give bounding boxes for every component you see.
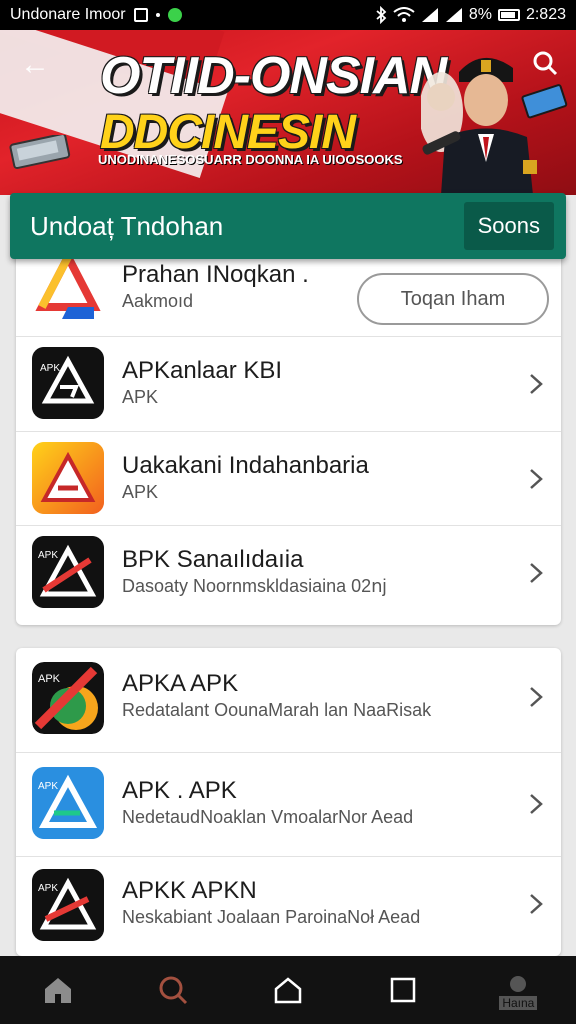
app-desc: Neskabiant Joalaan ParoinaNoł Aead	[122, 907, 421, 927]
app-list-card: Prahan INoqkan . Aakmoıd Toqan Iham APK …	[16, 245, 561, 625]
wifi-icon	[393, 7, 415, 22]
svg-text:APK: APK	[38, 550, 58, 561]
battery-percent: 8%	[468, 6, 492, 23]
app-desc: NedetaudNoaklan VmoalarNor Aead	[122, 807, 414, 827]
install-button[interactable]: Toqan Iham	[357, 273, 549, 325]
triangle-app-icon	[32, 249, 104, 321]
blue-triangle-app-icon: APK	[32, 767, 104, 839]
nav-profile-label: Haına	[499, 996, 538, 1010]
app-notification-icon	[167, 8, 182, 22]
app-list-card: APK APKA APK Redatalant OounaMarah lan N…	[16, 648, 561, 956]
list-item[interactable]: APK APKanlaar KBI APK	[16, 337, 561, 432]
app-desc: Dasoaty Noornmskldasiaina 02ոj	[122, 576, 387, 596]
square-icon	[390, 977, 416, 1003]
back-arrow-icon[interactable]: ←	[20, 50, 50, 80]
header-title: Undoaț Tndohan	[30, 210, 224, 241]
nav-recents-button[interactable]	[379, 966, 427, 1014]
header-action-button[interactable]: Soons	[463, 202, 554, 250]
red-triangle-app-icon: APK	[32, 536, 104, 608]
yellow-triangle-app-icon	[32, 442, 104, 514]
app-desc: APK	[122, 482, 159, 502]
bottom-navigation: Haına	[0, 956, 576, 1024]
nav-search-button[interactable]	[149, 966, 197, 1014]
list-item[interactable]: APK APK . APK NedetaudNoaklan VmoalarNor…	[16, 753, 561, 857]
status-time: 2:823	[525, 6, 566, 23]
nav-profile-button[interactable]: Haına	[494, 966, 542, 1014]
home-filled-icon	[44, 978, 71, 1003]
app-desc: Aakmoıd	[122, 291, 194, 311]
black-red-app-icon: APK	[32, 869, 104, 941]
list-item[interactable]: Uakakani Indahanbaria APK	[16, 432, 561, 526]
chevron-right-icon[interactable]	[529, 893, 543, 915]
app-desc: APK	[122, 387, 159, 407]
svg-text:APK: APK	[38, 781, 58, 792]
nav-home-button[interactable]	[34, 966, 82, 1014]
status-bar: Undonare Imoor 8% 2:823	[0, 0, 576, 30]
app-name: APKanlaar KBI	[122, 357, 283, 384]
battery-icon	[497, 9, 520, 21]
device-illustration-icon	[9, 135, 71, 169]
banner-title: OTIID-ONSIAN	[100, 47, 447, 105]
list-item[interactable]: APK BPK Sanaılıdaıia Dasoaty Noornmsklda…	[16, 526, 561, 625]
officer-illustration	[421, 57, 537, 195]
chevron-right-icon[interactable]	[529, 468, 543, 490]
app-header-bar: Undoaț Tndohan Soons	[10, 193, 566, 259]
app-name: BPK Sanaılıdaıia	[122, 546, 304, 573]
list-item[interactable]: APK APKA APK Redatalant OounaMarah lan N…	[16, 648, 561, 753]
status-carrier: Undonare Imoor	[10, 6, 126, 23]
chevron-right-icon[interactable]	[529, 373, 543, 395]
app-name: APKA APK	[122, 670, 239, 697]
notification-dot-icon	[155, 13, 160, 17]
svg-text:APK: APK	[38, 673, 61, 685]
app-name: APKK APKN	[122, 877, 257, 904]
banner-tagline: UNODINANESOSUARR DOONNA IA UIOOSOOKS	[98, 152, 403, 167]
app-name: APK . APK	[122, 777, 237, 804]
signal-icon	[421, 8, 438, 22]
svg-text:APK: APK	[40, 363, 60, 374]
app-name: Uakakani Indahanbaria	[122, 452, 369, 479]
green-red-app-icon: APK	[32, 662, 104, 734]
home-outline-icon	[274, 977, 302, 1004]
screenshot-icon	[133, 8, 148, 22]
chevron-right-icon[interactable]	[529, 793, 543, 815]
signal2-icon	[445, 8, 462, 22]
app-desc: Redatalant OounaMarah lan NaaRisak	[122, 700, 432, 720]
chevron-right-icon[interactable]	[529, 562, 543, 584]
hero-banner: ← OTIID-ONSIAN DDCINESIN UNODINANESOSUAR…	[0, 30, 576, 195]
chevron-right-icon[interactable]	[529, 686, 543, 708]
list-item[interactable]: APK APKK APKN Neskabiant Joalaan Paroina…	[16, 857, 561, 956]
bluetooth-icon	[376, 6, 387, 24]
black-triangle-app-icon: APK	[32, 347, 104, 419]
svg-text:APK: APK	[38, 883, 58, 894]
app-name: Prahan INoqkan .	[122, 261, 309, 288]
search-icon	[159, 976, 187, 1005]
nav-home-outline-button[interactable]	[264, 966, 312, 1014]
